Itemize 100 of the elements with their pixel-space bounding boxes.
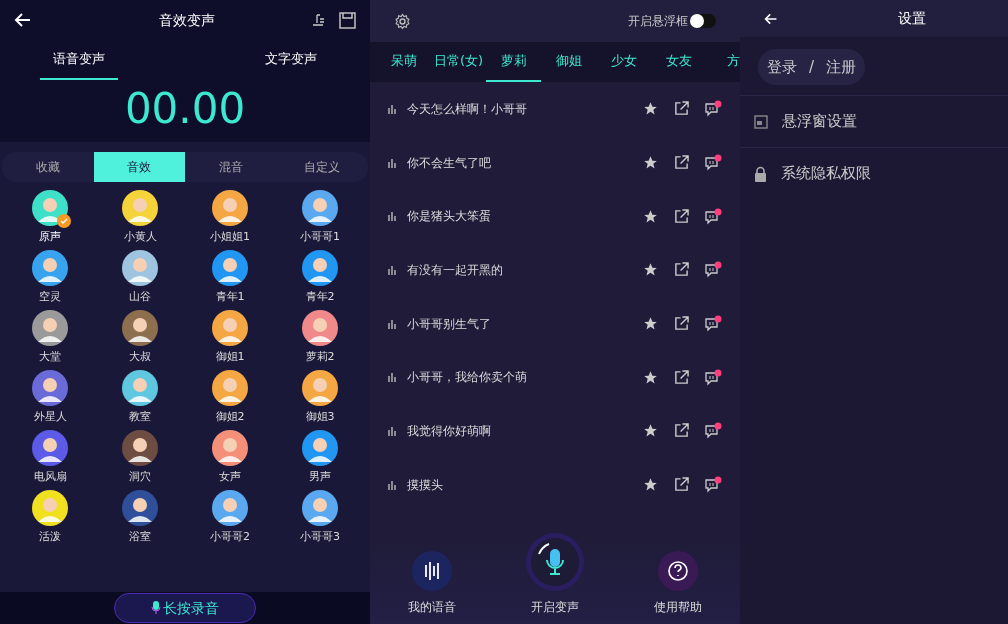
- message-badge-icon[interactable]: [705, 154, 722, 172]
- sound-bars-icon: [388, 479, 397, 490]
- avatar-icon: [32, 310, 68, 346]
- star-icon[interactable]: [643, 423, 658, 439]
- float-toggle[interactable]: [690, 14, 716, 28]
- message-badge-icon[interactable]: [705, 368, 722, 386]
- waveform-icon: [410, 550, 453, 592]
- avatar-icon: [302, 250, 338, 286]
- back-arrow-icon[interactable]: [14, 11, 32, 29]
- effect-label[interactable]: 大叔: [129, 349, 151, 365]
- login-link: /: [809, 56, 815, 78]
- effect-label[interactable]: 活泼: [39, 529, 61, 545]
- avatar-icon: [212, 370, 248, 406]
- star-icon[interactable]: [643, 477, 658, 493]
- mode-tab[interactable]: 文字变声: [252, 40, 330, 80]
- settings-item-label: 系统隐私权限: [781, 163, 871, 185]
- avatar-icon: [212, 490, 248, 526]
- save-icon[interactable]: [339, 11, 356, 29]
- music-list-icon[interactable]: [311, 13, 325, 27]
- effect-label[interactable]: 空灵: [39, 289, 61, 305]
- message-badge-icon[interactable]: [705, 100, 722, 118]
- sound-bars-icon: [388, 103, 397, 114]
- phrase-text[interactable]: 你不会生气了吧: [407, 153, 633, 172]
- record-button[interactable]: 长按录音: [114, 593, 256, 623]
- effect-label[interactable]: 小哥哥3: [300, 529, 340, 545]
- effect-label[interactable]: 电风扇: [33, 469, 67, 485]
- effect-label[interactable]: 萝莉2: [305, 349, 335, 365]
- settings-icon[interactable]: [394, 12, 411, 30]
- effect-label[interactable]: 青年1: [215, 289, 245, 305]
- back-arrow-icon[interactable]: [764, 11, 778, 26]
- phrase-text[interactable]: 小哥哥，我给你卖个萌: [407, 368, 633, 387]
- voice-tab[interactable]: 萝莉: [486, 42, 541, 82]
- effect-label[interactable]: 大堂: [39, 349, 61, 365]
- effect-label[interactable]: 男声: [309, 469, 331, 485]
- avatar-icon: [122, 250, 158, 286]
- category-tab[interactable]: 收藏: [2, 152, 94, 182]
- category-tab[interactable]: 混音: [185, 152, 277, 182]
- effect-label[interactable]: 小哥哥2: [210, 529, 250, 545]
- effect-label[interactable]: 御姐3: [305, 409, 335, 425]
- message-badge-icon[interactable]: [705, 261, 722, 279]
- effect-label[interactable]: 山谷: [129, 289, 151, 305]
- share-icon[interactable]: [674, 477, 689, 493]
- settings-item[interactable]: 悬浮窗设置: [740, 95, 1008, 147]
- bottom-nav-button[interactable]: 开启变声: [510, 532, 600, 616]
- screen-title: 设置: [898, 9, 926, 28]
- star-icon[interactable]: [643, 101, 658, 117]
- avatar-icon: [122, 490, 158, 526]
- share-icon[interactable]: [674, 101, 689, 117]
- effect-label[interactable]: 御姐2: [215, 409, 245, 425]
- phrase-text[interactable]: 小哥哥别生气了: [407, 314, 633, 333]
- share-icon[interactable]: [674, 369, 689, 385]
- category-tab[interactable]: 音效: [93, 152, 185, 182]
- message-badge-icon[interactable]: [705, 422, 722, 440]
- phrase-text[interactable]: 有没有一起开黑的: [407, 260, 633, 279]
- effect-label[interactable]: 洞穴: [129, 469, 151, 485]
- star-icon[interactable]: [643, 369, 658, 385]
- avatar-icon: [302, 490, 338, 526]
- share-icon[interactable]: [674, 423, 689, 439]
- effect-label[interactable]: 原声: [39, 229, 61, 245]
- effect-label[interactable]: 小黄人: [123, 229, 157, 245]
- bottom-nav-button[interactable]: 使用帮助: [633, 550, 724, 616]
- voice-tab[interactable]: 少女: [596, 42, 651, 82]
- phrase-text[interactable]: 你是猪头大笨蛋: [407, 207, 633, 226]
- voice-tab[interactable]: 御姐: [541, 42, 596, 82]
- message-badge-icon[interactable]: [705, 476, 722, 494]
- category-tab[interactable]: 自定义: [276, 152, 368, 182]
- star-icon[interactable]: [643, 262, 658, 278]
- effect-label[interactable]: 御姐1: [215, 349, 245, 365]
- effect-label[interactable]: 教室: [129, 409, 151, 425]
- message-badge-icon[interactable]: [705, 207, 722, 225]
- avatar-icon: [302, 430, 338, 466]
- share-icon[interactable]: [674, 208, 689, 224]
- mode-tab[interactable]: 语音变声: [40, 40, 118, 80]
- settings-item[interactable]: 系统隐私权限: [740, 147, 1008, 199]
- sound-bars-icon: [388, 157, 397, 168]
- effect-label[interactable]: 青年2: [305, 289, 335, 305]
- star-icon[interactable]: [643, 208, 658, 224]
- share-icon[interactable]: [674, 262, 689, 278]
- sound-bars-icon: [388, 211, 397, 222]
- voice-tab[interactable]: 日常(女): [431, 42, 486, 82]
- effect-label[interactable]: 小姐姐1: [210, 229, 250, 245]
- voice-tab[interactable]: 呆萌: [376, 42, 431, 82]
- effect-label[interactable]: 外星人: [33, 409, 67, 425]
- voice-tab[interactable]: 女友: [651, 42, 706, 82]
- star-icon[interactable]: [643, 155, 658, 171]
- message-badge-icon[interactable]: [705, 315, 722, 333]
- phrase-text[interactable]: 摸摸头: [407, 475, 633, 494]
- share-icon[interactable]: [674, 316, 689, 332]
- share-icon[interactable]: [674, 155, 689, 171]
- phrase-text[interactable]: 我觉得你好萌啊: [407, 421, 633, 440]
- effect-label[interactable]: 小哥哥1: [300, 229, 340, 245]
- login-register-button[interactable]: 登录 / 注册: [758, 49, 866, 85]
- bottom-nav-button[interactable]: 我的语音: [386, 550, 477, 616]
- phrase-text[interactable]: 今天怎么样啊！小哥哥: [407, 99, 633, 118]
- voice-tab[interactable]: 方: [706, 42, 740, 82]
- star-icon[interactable]: [643, 316, 658, 332]
- effect-label[interactable]: 浴室: [129, 529, 151, 545]
- window-icon: [754, 114, 768, 129]
- effect-label[interactable]: 女声: [219, 469, 241, 485]
- login-link: 登录: [767, 56, 797, 78]
